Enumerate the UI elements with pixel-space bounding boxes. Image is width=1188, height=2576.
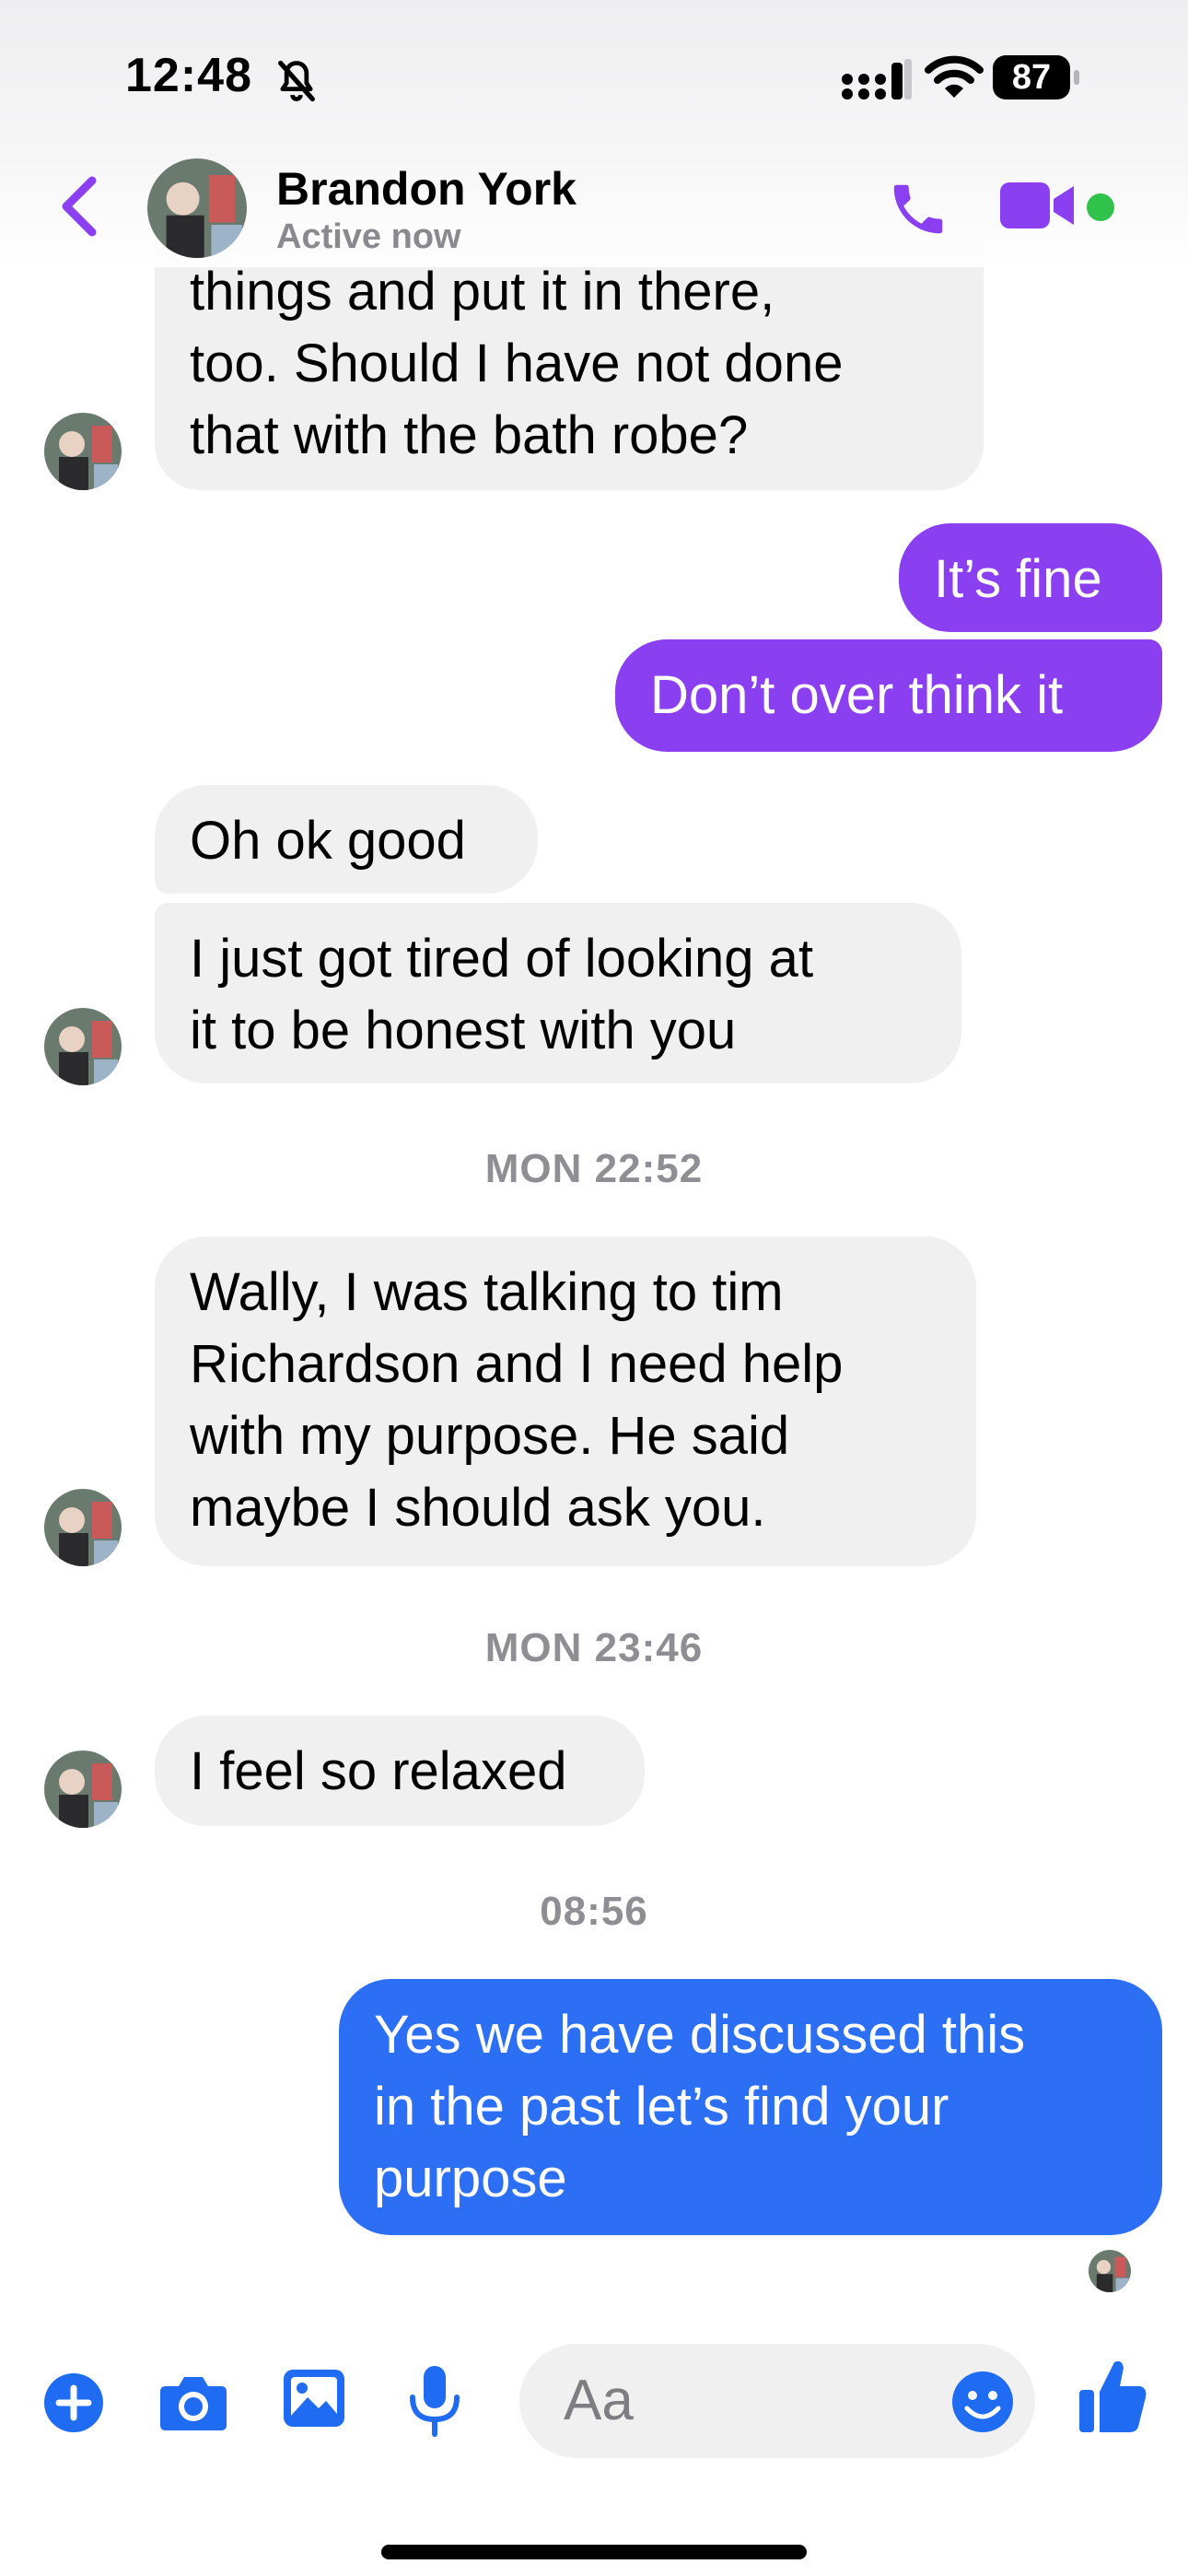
contact-avatar[interactable] bbox=[44, 413, 122, 490]
outgoing-message[interactable]: It’s fine bbox=[899, 523, 1162, 632]
bell-slash-icon bbox=[273, 57, 320, 105]
timestamp: MON 22:52 bbox=[484, 1146, 704, 1191]
battery-indicator: 87 bbox=[993, 55, 1081, 100]
incoming-message[interactable]: I just got tired of looking at it to be … bbox=[155, 903, 961, 1083]
thumbs-up-icon[interactable] bbox=[1077, 2357, 1147, 2434]
clock: 12:48 bbox=[125, 49, 252, 102]
outgoing-message[interactable]: Don’t over think it bbox=[615, 639, 1162, 752]
gallery-icon[interactable] bbox=[282, 2368, 346, 2429]
contact-avatar[interactable] bbox=[44, 1008, 122, 1085]
composer-bar: Aa bbox=[0, 2313, 1188, 2576]
online-indicator bbox=[1087, 193, 1114, 221]
message-thread[interactable]: things and put it in there, too. Should … bbox=[0, 0, 1188, 2313]
timestamp: 08:56 bbox=[540, 1889, 648, 1934]
video-camera-icon[interactable] bbox=[1000, 179, 1077, 232]
outgoing-message[interactable]: Yes we have discussed this in the past l… bbox=[339, 1979, 1162, 2235]
microphone-icon[interactable] bbox=[407, 2364, 462, 2438]
incoming-message[interactable]: Oh ok good bbox=[155, 785, 538, 894]
wifi-icon bbox=[925, 53, 984, 101]
camera-icon[interactable] bbox=[158, 2368, 228, 2434]
status-bar: 12:48 87 bbox=[0, 0, 1188, 147]
home-indicator[interactable] bbox=[381, 2545, 807, 2559]
read-receipt-avatar bbox=[1089, 2250, 1131, 2292]
contact-avatar[interactable] bbox=[44, 1751, 122, 1828]
incoming-message[interactable]: things and put it in there, too. Should … bbox=[155, 238, 984, 490]
signal-icon bbox=[840, 57, 912, 101]
emoji-icon[interactable] bbox=[950, 2370, 1015, 2434]
contact-avatar[interactable] bbox=[44, 1489, 122, 1566]
presence-status: Active now bbox=[276, 217, 461, 256]
contact-name[interactable]: Brandon York bbox=[276, 162, 577, 216]
incoming-message[interactable]: I feel so relaxed bbox=[155, 1715, 645, 1826]
phone-icon[interactable] bbox=[886, 177, 950, 241]
contact-avatar[interactable] bbox=[147, 158, 247, 258]
incoming-message[interactable]: Wally, I was talking to tim Richardson a… bbox=[155, 1236, 976, 1566]
back-chevron-icon[interactable] bbox=[53, 173, 105, 240]
battery-level: 87 bbox=[993, 55, 1070, 100]
timestamp: MON 23:46 bbox=[484, 1625, 704, 1670]
plus-icon[interactable] bbox=[42, 2371, 105, 2434]
